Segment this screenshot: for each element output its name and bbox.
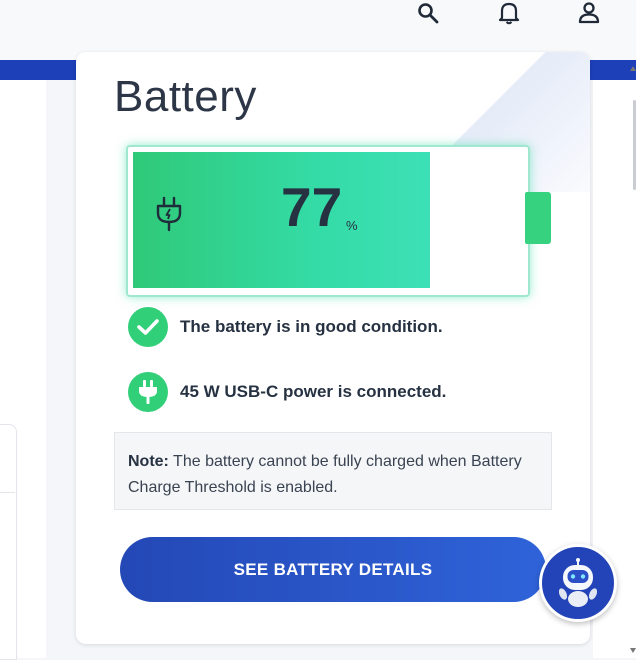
battery-terminal (525, 192, 551, 244)
power-plug-icon (128, 372, 168, 412)
battery-card: Battery 77 % The battery is in good cond… (76, 52, 590, 644)
note-text: The battery cannot be fully charged when… (128, 453, 522, 496)
note-label: Note: (128, 453, 169, 470)
power-connection-status: 45 W USB-C power is connected. (128, 372, 446, 412)
check-icon (128, 307, 168, 347)
top-bar (0, 0, 636, 60)
search-icon[interactable] (414, 0, 442, 26)
battery-percent-value: 77 (281, 176, 343, 238)
see-battery-details-button[interactable]: SEE BATTERY DETAILS (120, 537, 546, 602)
left-card-divider (0, 492, 15, 493)
charge-threshold-note: Note: The battery cannot be fully charge… (114, 432, 552, 510)
bell-icon[interactable] (495, 0, 523, 26)
battery-percent-unit: % (346, 218, 358, 233)
card-title: Battery (114, 72, 257, 121)
power-connection-text: 45 W USB-C power is connected. (180, 382, 447, 401)
battery-condition-text: The battery is in good condition. (180, 317, 443, 336)
robot-assistant-icon[interactable] (539, 544, 617, 622)
battery-condition-status: The battery is in good condition. (128, 307, 443, 347)
plug-icon (152, 195, 186, 233)
scroll-down-arrow-icon[interactable] (630, 648, 636, 653)
left-card (0, 424, 17, 660)
user-icon[interactable] (575, 0, 603, 26)
scroll-up-arrow-icon[interactable] (630, 66, 636, 71)
